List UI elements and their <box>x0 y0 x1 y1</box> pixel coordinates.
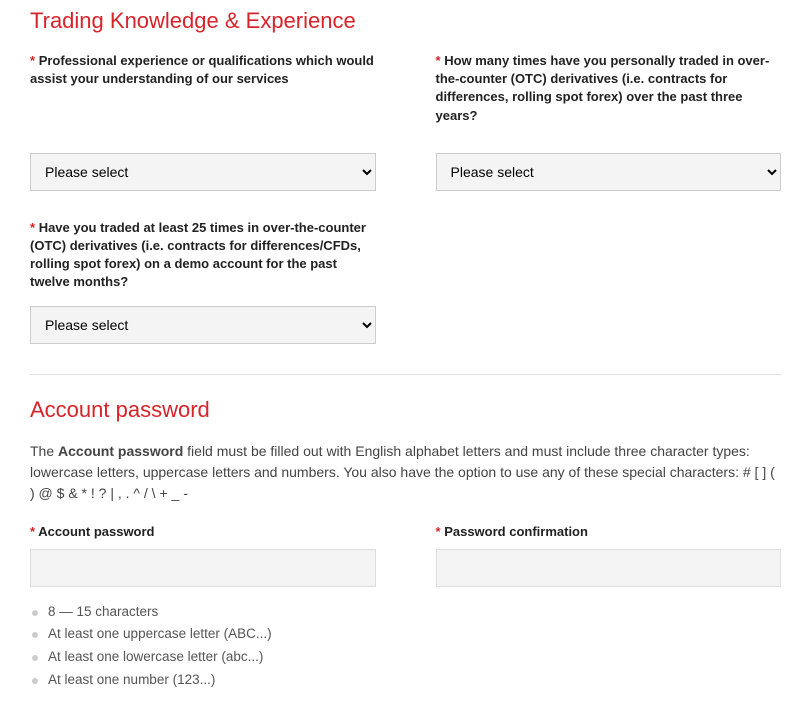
label-text: Account password <box>38 524 154 539</box>
required-mark: * <box>30 220 35 235</box>
demo-25-select[interactable]: Please select <box>30 306 376 344</box>
password-requirement: 8 — 15 characters <box>30 601 376 624</box>
required-mark: * <box>436 53 441 68</box>
password-requirement: At least one number (123...) <box>30 669 376 692</box>
label-text: Professional experience or qualification… <box>30 53 374 86</box>
account-password-label: * Account password <box>30 524 376 539</box>
otc-times-label: * How many times have you personally tra… <box>436 52 782 125</box>
password-requirement: At least one uppercase letter (ABC...) <box>30 623 376 646</box>
label-text: How many times have you personally trade… <box>436 53 770 123</box>
desc-prefix: The <box>30 443 58 459</box>
required-mark: * <box>30 53 35 68</box>
password-requirements-list: 8 — 15 characters At least one uppercase… <box>30 601 376 693</box>
account-password-heading: Account password <box>30 397 781 423</box>
label-text: Have you traded at least 25 times in ove… <box>30 220 366 290</box>
desc-bold: Account password <box>58 443 183 459</box>
required-mark: * <box>436 524 441 539</box>
account-password-input[interactable] <box>30 549 376 587</box>
password-confirmation-label: * Password confirmation <box>436 524 782 539</box>
required-mark: * <box>30 524 35 539</box>
trading-knowledge-heading: Trading Knowledge & Experience <box>30 8 781 34</box>
demo-25-label: * Have you traded at least 25 times in o… <box>30 219 376 292</box>
section-divider <box>30 374 781 375</box>
password-description: The Account password field must be fille… <box>30 441 781 504</box>
otc-times-select[interactable]: Please select <box>436 153 782 191</box>
professional-experience-select[interactable]: Please select <box>30 153 376 191</box>
label-text: Password confirmation <box>444 524 588 539</box>
professional-experience-label: * Professional experience or qualificati… <box>30 52 376 88</box>
password-confirmation-input[interactable] <box>436 549 782 587</box>
